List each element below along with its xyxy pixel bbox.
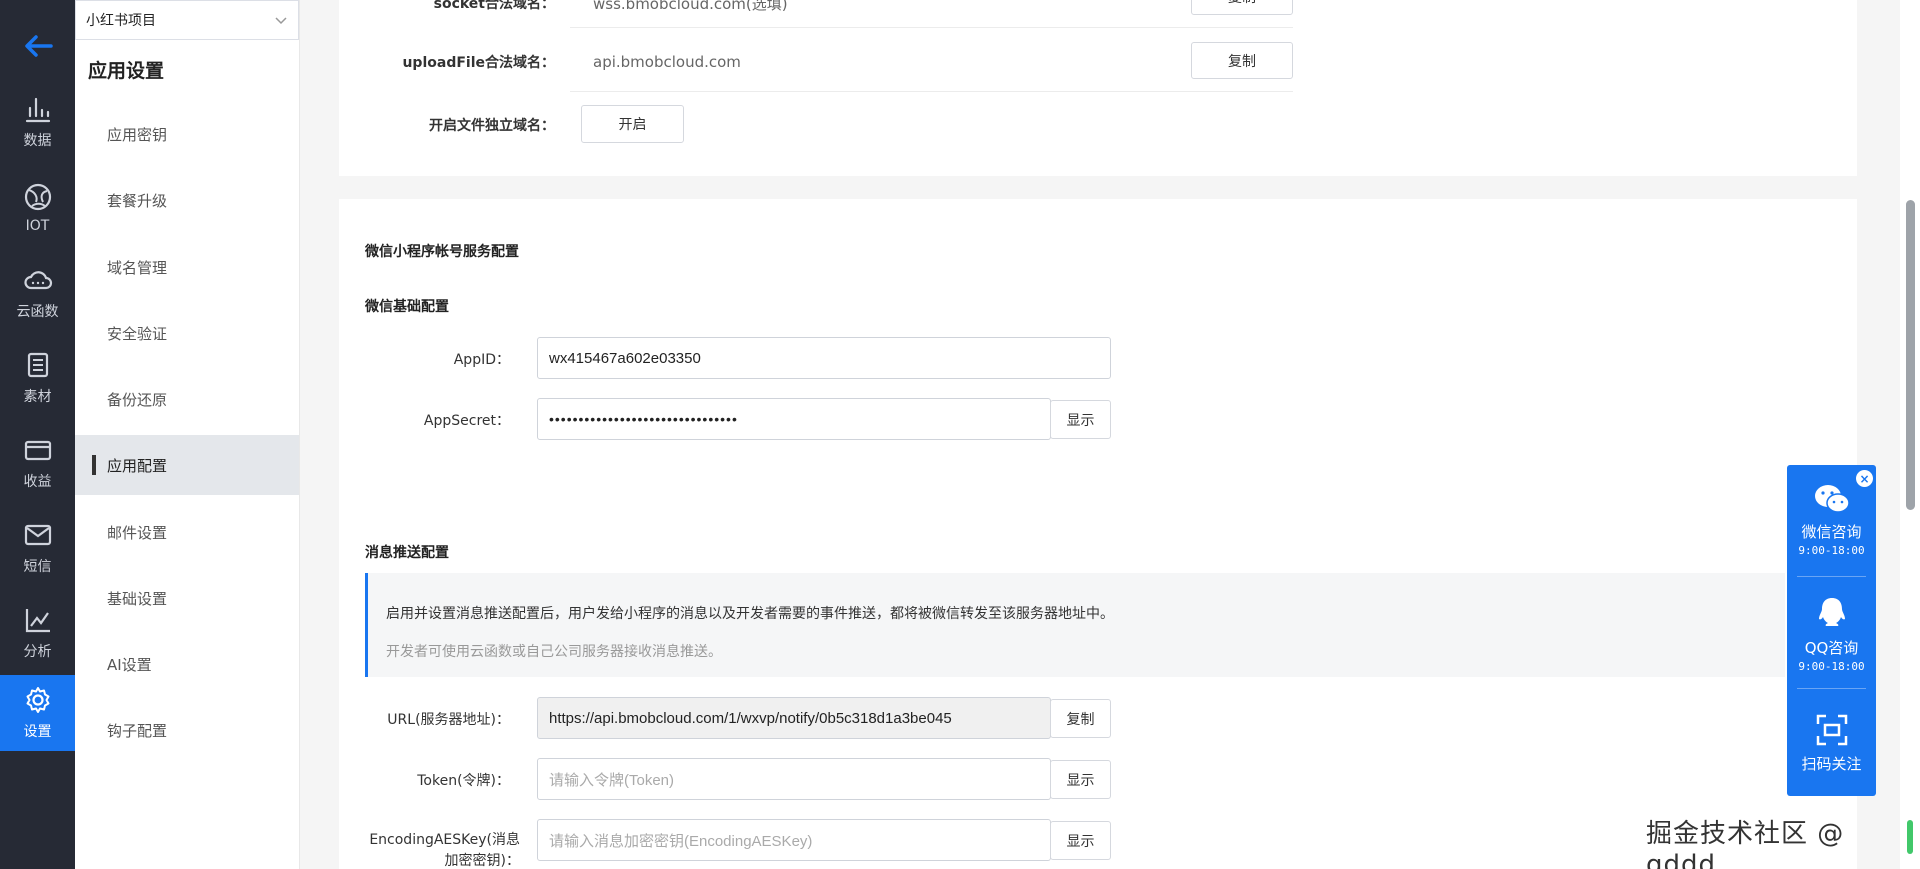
rail-item-revenue[interactable]: 收益 <box>0 425 75 501</box>
rail-label: IOT <box>25 218 50 234</box>
appsecret-value: •••••••••••••••••••••••••••••••• <box>549 411 738 427</box>
qq-consult[interactable]: QQ咨询 9:00-18:00 <box>1787 595 1876 673</box>
token-label: Token(令牌)： <box>417 773 510 789</box>
globe-icon <box>24 183 51 211</box>
aes-key-label-line-1: EncodingAESKey(消息 <box>369 832 520 848</box>
push-section-title: 消息推送配置 <box>365 545 449 561</box>
submenu-item-backup[interactable]: 备份还原 <box>75 369 299 429</box>
submenu-item-app-keys[interactable]: 应用密钥 <box>75 104 299 164</box>
url-value: https://api.bmobcloud.com/1/wxvp/notify/… <box>549 709 952 727</box>
cloud-icon <box>23 271 52 290</box>
submenu-item-app-config[interactable]: 应用配置 <box>75 435 299 495</box>
divider <box>570 91 1293 92</box>
appsecret-label: AppSecret： <box>423 413 510 429</box>
divider <box>570 27 1293 28</box>
gear-icon <box>26 687 49 713</box>
rail-item-cloud-function[interactable]: 云函数 <box>0 255 75 331</box>
appid-value: wx415467a602e03350 <box>549 349 701 367</box>
rail-label: 短信 <box>23 559 52 575</box>
rail-item-iot[interactable]: IOT <box>0 170 75 246</box>
qq-consult-hours: 9:00-18:00 <box>1798 660 1865 673</box>
push-notice: 启用并设置消息推送配置后，用户发给小程序的消息以及开发者需要的事件推送，都将被微… <box>365 573 1785 677</box>
rail-label: 设置 <box>23 724 52 740</box>
scan-icon <box>1816 714 1847 746</box>
notice-line-1: 启用并设置消息推送配置后，用户发给小程序的消息以及开发者需要的事件推送，都将被微… <box>386 606 1114 622</box>
notice-line-2: 开发者可使用云函数或自己公司服务器接收消息推送。 <box>386 644 722 660</box>
appid-label: AppID： <box>453 352 510 368</box>
wechat-consult[interactable]: 微信咨询 9:00-18:00 <box>1787 483 1876 557</box>
scan-follow-title: 扫码关注 <box>1801 755 1862 773</box>
submenu-item-plan-upgrade[interactable]: 套餐升级 <box>75 170 299 230</box>
submenu-item-basic[interactable]: 基础设置 <box>75 568 299 628</box>
back-arrow-icon[interactable] <box>0 22 75 70</box>
bar-chart-icon <box>25 97 50 123</box>
rail-item-material[interactable]: 素材 <box>0 340 75 416</box>
contact-widget: × 微信咨询 9:00-18:00 QQ咨询 9:00-18:00 扫码关注 <box>1787 465 1876 796</box>
show-appsecret-button[interactable]: 显示 <box>1050 400 1111 439</box>
divider <box>1797 576 1866 577</box>
mail-icon <box>24 524 51 546</box>
copy-socket-button[interactable]: 复制 <box>1191 0 1293 15</box>
upload-domain-label: uploadFile合法域名： <box>402 55 555 71</box>
submenu-item-ai[interactable]: AI设置 <box>75 634 299 694</box>
token-input[interactable]: 请输入令牌(Token) <box>537 758 1051 800</box>
qq-icon <box>1818 598 1845 626</box>
token-placeholder: 请输入令牌(Token) <box>549 771 675 789</box>
submenu-item-security[interactable]: 安全验证 <box>75 303 299 363</box>
submenu-title: 应用设置 <box>88 60 165 82</box>
line-chart-icon <box>25 609 50 633</box>
wechat-consult-hours: 9:00-18:00 <box>1798 544 1865 557</box>
socket-domain-label: socket合法域名： <box>433 0 555 12</box>
wechat-icon <box>1814 485 1850 513</box>
chevron-down-icon <box>275 17 287 25</box>
submenu-item-domain[interactable]: 域名管理 <box>75 237 299 297</box>
appid-input[interactable]: wx415467a602e03350 <box>537 337 1111 379</box>
aes-key-placeholder: 请输入消息加密密钥(EncodingAESKey) <box>549 832 813 850</box>
copy-url-button[interactable]: 复制 <box>1050 699 1111 738</box>
aes-key-input[interactable]: 请输入消息加密密钥(EncodingAESKey) <box>537 819 1051 861</box>
project-select[interactable]: 小红书项目 <box>75 0 299 40</box>
url-input[interactable]: https://api.bmobcloud.com/1/wxvp/notify/… <box>537 697 1051 739</box>
rail-item-sms[interactable]: 短信 <box>0 510 75 586</box>
qq-consult-title: QQ咨询 <box>1804 639 1859 657</box>
wechat-consult-title: 微信咨询 <box>1801 523 1862 541</box>
show-token-button[interactable]: 显示 <box>1050 760 1111 799</box>
copy-upload-button[interactable]: 复制 <box>1191 42 1293 79</box>
rail-label: 收益 <box>23 474 52 490</box>
settings-submenu: 小红书项目 应用设置 应用密钥 套餐升级 域名管理 安全验证 备份还原 应用配置… <box>75 0 300 869</box>
socket-domain-value: wss.bmobcloud.com(选填) <box>593 0 788 13</box>
upload-domain-value: api.bmobcloud.com <box>593 53 741 71</box>
rail-item-data[interactable]: 数据 <box>0 84 75 160</box>
submenu-item-email[interactable]: 邮件设置 <box>75 502 299 562</box>
rail-label: 云函数 <box>16 304 59 320</box>
rail-item-settings[interactable]: 设置 <box>0 675 75 751</box>
url-label: URL(服务器地址)： <box>387 712 510 728</box>
wechat-section-title: 微信小程序帐号服务配置 <box>365 244 519 260</box>
scrollbar-thumb[interactable] <box>1906 200 1915 510</box>
aes-key-label-line-2: 加密密钥)： <box>444 853 520 869</box>
wallet-icon <box>24 440 51 461</box>
aes-key-label: EncodingAESKey(消息 加密密钥)： <box>340 830 520 869</box>
rail-item-analysis[interactable]: 分析 <box>0 595 75 671</box>
appsecret-input[interactable]: •••••••••••••••••••••••••••••••• <box>537 398 1051 440</box>
show-aes-key-button[interactable]: 显示 <box>1050 821 1111 860</box>
enable-file-domain-button[interactable]: 开启 <box>581 105 684 143</box>
icon-rail: 数据 IOT 云函数 素材 收益 短信 分析 设置 <box>0 0 75 869</box>
submenu-item-hooks[interactable]: 钩子配置 <box>75 700 299 760</box>
wechat-basic-title: 微信基础配置 <box>365 299 449 315</box>
watermark: 掘金技术社区 @ qddd <box>1646 819 1845 869</box>
scan-follow[interactable]: 扫码关注 <box>1787 713 1876 774</box>
file-domain-label: 开启文件独立域名： <box>429 118 555 134</box>
rail-label: 素材 <box>23 389 52 405</box>
rail-label: 数据 <box>23 133 52 149</box>
project-select-value: 小红书项目 <box>86 13 156 29</box>
rail-label: 分析 <box>23 644 52 660</box>
divider <box>1797 688 1866 689</box>
document-icon <box>27 352 48 378</box>
